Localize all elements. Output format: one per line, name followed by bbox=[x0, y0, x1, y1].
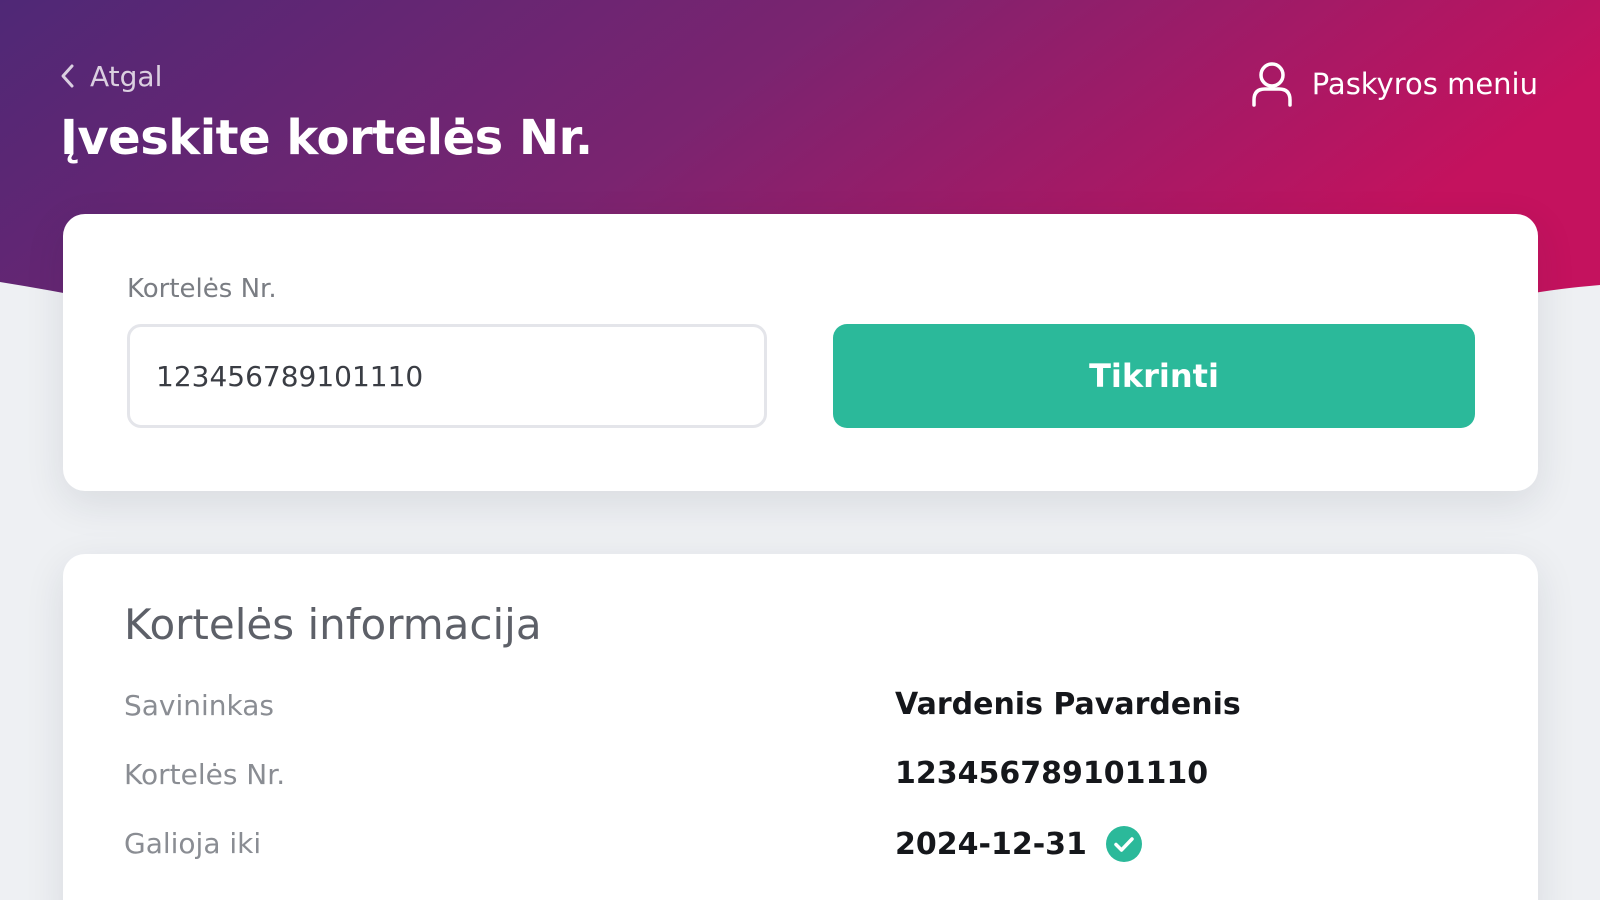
card-info-title: Kortelės informacija bbox=[124, 600, 542, 649]
card-number-value: 123456789101110 bbox=[895, 756, 1209, 791]
valid-until-label: Galioja iki bbox=[124, 827, 262, 860]
back-link-label: Atgal bbox=[90, 59, 163, 93]
owner-value: Vardenis Pavardenis bbox=[895, 687, 1241, 722]
owner-value-wrap: Vardenis Pavardenis bbox=[895, 687, 1241, 722]
card-check-page: Atgal Įveskite kortelės Nr. Paskyros men… bbox=[0, 0, 1600, 900]
info-row-valid-until: Galioja iki 2024-12-31 bbox=[124, 823, 1504, 867]
card-search-panel: Kortelės Nr. Tikrinti bbox=[63, 214, 1538, 491]
card-number-label: Kortelės Nr. bbox=[127, 274, 277, 304]
check-button[interactable]: Tikrinti bbox=[833, 324, 1475, 428]
page-title: Įveskite kortelės Nr. bbox=[60, 110, 593, 166]
valid-until-value-wrap: 2024-12-31 bbox=[895, 825, 1143, 863]
info-row-card-number: Kortelės Nr. 123456789101110 bbox=[124, 754, 1504, 798]
info-row-owner: Savininkas Vardenis Pavardenis bbox=[124, 685, 1504, 729]
check-circle-icon bbox=[1105, 826, 1142, 862]
account-menu-label: Paskyros meniu bbox=[1311, 67, 1538, 101]
valid-until-value: 2024-12-31 bbox=[895, 826, 1087, 862]
owner-label: Savininkas bbox=[124, 689, 275, 722]
account-menu-button[interactable]: Paskyros meniu bbox=[1250, 56, 1538, 112]
user-icon bbox=[1251, 62, 1292, 107]
chevron-left-icon bbox=[61, 64, 74, 88]
back-link[interactable]: Atgal bbox=[60, 56, 162, 96]
card-number-input[interactable] bbox=[127, 324, 767, 428]
card-info-panel: Kortelės informacija Savininkas Vardenis… bbox=[63, 554, 1538, 900]
card-number-info-label: Kortelės Nr. bbox=[124, 758, 286, 791]
card-number-value-wrap: 123456789101110 bbox=[895, 756, 1208, 791]
